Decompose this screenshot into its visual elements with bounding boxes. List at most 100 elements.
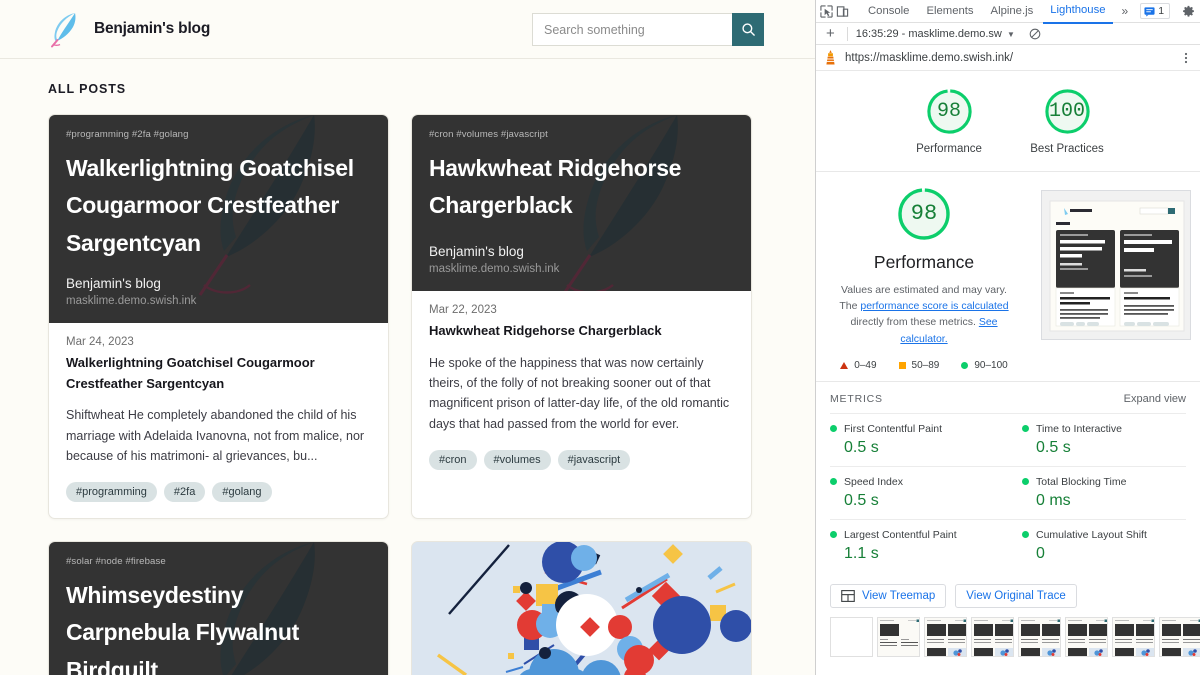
screen-root: Benjamin's blog ALL POSTS <box>0 0 1200 675</box>
metric-value: 0.5 s <box>1036 438 1071 456</box>
final-screenshot-thumbnail[interactable] <box>1041 189 1191 340</box>
post-date: Mar 22, 2023 <box>429 304 497 316</box>
status-dot-icon <box>830 425 837 433</box>
post-body: Mar 22, 2023 Hawkwheat Ridgehorse Charge… <box>412 291 751 486</box>
metric-cumulative-layout-shift[interactable]: Cumulative Layout Shift 0 <box>1008 518 1186 572</box>
score-gauge: 98 <box>925 87 974 136</box>
section-title: ALL POSTS <box>48 82 127 96</box>
post-title[interactable]: Walkerlightning Goatchisel Cougarmoor Cr… <box>66 353 371 395</box>
metric-first-contentful-paint[interactable]: First Contentful Paint 0.5 s <box>830 412 1008 466</box>
view-original-trace-label: View Original Trace <box>966 589 1066 602</box>
lighthouse-icon <box>826 50 835 65</box>
metric-value: 0 ms <box>1036 491 1071 509</box>
post-tags: #programming #2fa #golang <box>66 482 371 503</box>
metrics-title: METRICS <box>830 392 883 405</box>
post-title[interactable]: Hawkwheat Ridgehorse Chargerblack <box>429 321 734 342</box>
hero-tags: #cron #volumes #javascript <box>429 129 548 140</box>
metric-header: First Contentful Paint <box>830 423 994 435</box>
metric-header: Total Blocking Time <box>1022 476 1186 488</box>
filmstrip <box>816 616 1200 663</box>
performance-score: 98 <box>910 201 938 227</box>
treemap-icon <box>841 589 855 602</box>
blog-page: Benjamin's blog ALL POSTS <box>0 0 815 675</box>
score-best-practices[interactable]: 100 Best Practices <box>1026 87 1108 157</box>
metric-value: 0.5 s <box>844 438 879 456</box>
square-marker-icon <box>898 361 906 369</box>
hero-title: Walkerlightning Goatchisel Cougarmoor Cr… <box>66 155 354 256</box>
inspect-element-icon[interactable] <box>820 2 833 21</box>
page-screenshot-area <box>1032 186 1200 371</box>
score-legend: 0–49 50–89 90–100 <box>840 359 1008 371</box>
devtools-panel: Console Elements Alpine.js Lighthouse » … <box>815 0 1200 675</box>
artwork-card[interactable] <box>411 541 752 675</box>
hero-tags: #programming #2fa #golang <box>66 129 189 140</box>
post-tag[interactable]: #javascript <box>557 449 631 470</box>
tab-lighthouse[interactable]: Lighthouse <box>1043 0 1113 24</box>
circle-marker-icon <box>961 361 969 369</box>
filmstrip-frame[interactable] <box>830 616 873 657</box>
hero-url: masklime.demo.swish.ink <box>66 294 197 307</box>
search-button[interactable] <box>732 13 764 46</box>
post-hero: #solar #node #firebase Whimseydestiny Ca… <box>49 542 388 675</box>
score-performance[interactable]: 98 Performance <box>908 87 990 157</box>
filmstrip-frame[interactable] <box>971 616 1014 657</box>
post-tag[interactable]: #programming <box>66 482 157 503</box>
status-dot-icon <box>830 478 837 486</box>
view-treemap-button[interactable]: View Treemap <box>830 583 947 608</box>
brand[interactable]: Benjamin's blog <box>48 10 210 48</box>
metric-name: Speed Index <box>844 475 903 488</box>
search-input[interactable] <box>532 13 732 46</box>
gear-icon[interactable] <box>1182 2 1195 21</box>
metric-value: 0.5 s <box>844 491 879 509</box>
view-original-trace-button[interactable]: View Original Trace <box>955 583 1077 608</box>
filmstrip-frame[interactable] <box>1065 616 1108 657</box>
status-dot-icon <box>1022 425 1029 433</box>
performance-title: Performance <box>873 251 975 272</box>
plus-icon[interactable]: + <box>822 26 839 41</box>
view-treemap-label: View Treemap <box>862 589 936 602</box>
audited-url: https://masklime.demo.swish.ink/ <box>845 51 1014 64</box>
more-tabs-button[interactable]: » <box>1116 4 1135 18</box>
hero-author: Benjamin's blog <box>66 275 161 291</box>
filmstrip-frame[interactable] <box>1018 616 1061 657</box>
run-selector[interactable]: 16:35:29 - masklime.demo.sw ▼ <box>856 28 1015 40</box>
tab-console[interactable]: Console <box>861 0 916 23</box>
score-gauge: 100 <box>1043 87 1092 136</box>
filmstrip-frame[interactable] <box>877 616 920 657</box>
metric-largest-contentful-paint[interactable]: Largest Contentful Paint 1.1 s <box>830 518 1008 572</box>
filmstrip-frame[interactable] <box>1159 616 1200 657</box>
no-entry-icon[interactable] <box>1029 28 1041 40</box>
metric-time-to-interactive[interactable]: Time to Interactive 0.5 s <box>1008 412 1186 466</box>
device-toolbar-icon[interactable] <box>836 2 849 21</box>
post-tag[interactable]: #cron <box>429 449 477 470</box>
post-hero: #cron #volumes #javascript Hawkwheat Rid… <box>412 115 751 291</box>
filmstrip-frame[interactable] <box>924 616 967 657</box>
search-icon <box>741 23 755 36</box>
message-icon <box>1144 6 1155 17</box>
post-tag[interactable]: #volumes <box>483 449 551 470</box>
post-tag[interactable]: #golang <box>212 482 272 503</box>
filmstrip-frame[interactable] <box>1112 616 1155 657</box>
metric-header: Speed Index <box>830 476 994 488</box>
metric-speed-index[interactable]: Speed Index 0.5 s <box>830 465 1008 519</box>
message-count-badge[interactable]: 1 <box>1140 3 1171 19</box>
run-label-text: 16:35:29 - masklime.demo.sw <box>855 27 1002 40</box>
status-dot-icon <box>1022 531 1029 539</box>
performance-score-link[interactable]: performance score is calculated <box>860 300 1008 312</box>
kebab-menu-icon[interactable] <box>1180 52 1192 64</box>
tab-alpinejs[interactable]: Alpine.js <box>984 0 1041 23</box>
lighthouse-runs-bar: + 16:35:29 - masklime.demo.sw ▼ <box>816 23 1200 45</box>
post-card[interactable]: #solar #node #firebase Whimseydestiny Ca… <box>48 541 389 675</box>
metric-total-blocking-time[interactable]: Total Blocking Time 0 ms <box>1008 465 1186 519</box>
post-card[interactable]: #cron #volumes #javascript Hawkwheat Rid… <box>411 114 752 520</box>
expand-view-button[interactable]: Expand view <box>1124 393 1186 405</box>
legend-range: 90–100 <box>974 359 1008 371</box>
post-tag[interactable]: #2fa <box>163 482 206 503</box>
status-dot-icon <box>1022 478 1029 486</box>
post-hero: #programming #2fa #golang Walkerlightnin… <box>49 115 388 323</box>
tab-elements[interactable]: Elements <box>919 0 980 23</box>
post-card[interactable]: #programming #2fa #golang Walkerlightnin… <box>48 114 389 520</box>
metric-header: Time to Interactive <box>1022 423 1186 435</box>
performance-gauge: 98 <box>896 186 952 242</box>
audited-url-bar: https://masklime.demo.swish.ink/ <box>816 45 1200 71</box>
